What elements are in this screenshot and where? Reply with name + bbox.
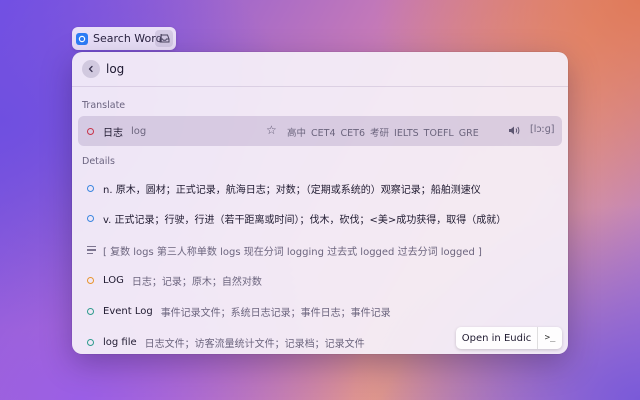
translation-dot-icon — [87, 127, 94, 135]
chevron-left-icon — [88, 65, 93, 73]
section-title-translate: Translate — [82, 100, 126, 111]
open-in-eudic-button[interactable]: Open in Eudic — [456, 327, 538, 349]
eudic-action-bar: Open in Eudic >_ — [456, 327, 562, 349]
extension-label: Search Word — [93, 32, 163, 45]
phrase-dot-icon — [87, 307, 94, 315]
phrase-dot-icon — [87, 338, 94, 346]
detail-row-noun[interactable]: n. 原木，圆材；正式记录，航海日志；对数；（定期或系统的）观察记录；船舶测速仪 — [78, 173, 562, 203]
detail-row-log[interactable]: LOG 日志；记录；原木；自然对数 — [78, 265, 562, 295]
exam-tags: 高中 CET4 CET6 考研 IELTS TOEFL GRE — [287, 128, 479, 139]
star-icon[interactable]: ☆ — [266, 123, 277, 137]
detail-text: v. 正式记录；行驶，行进（若干距离或时间）；伐木，砍伐；<美>成功获得，取得（… — [103, 214, 507, 226]
phonetic: [lɔːɡ] — [530, 124, 555, 135]
detail-row-verb[interactable]: v. 正式记录；行驶，行进（若干距离或时间）；伐木，砍伐；<美>成功获得，取得（… — [78, 203, 562, 233]
noun-dot-icon — [87, 184, 94, 192]
search-panel: Translate 日志 log ☆ 高中 CET4 CET6 考研 IELTS… — [72, 52, 568, 354]
phrase-meaning: 日志文件；访客流量统计文件；记录档；记录文件 — [144, 338, 365, 350]
translation-original: log — [131, 125, 147, 137]
phrase-meaning: 日志；记录；原木；自然对数 — [131, 276, 262, 288]
section-title-details: Details — [82, 156, 115, 167]
search-divider — [72, 86, 568, 87]
search-bar — [72, 52, 568, 86]
text-lines-icon — [87, 246, 96, 254]
eudic-app-icon — [76, 32, 88, 45]
phrase-term: log file — [103, 336, 137, 348]
detail-text: n. 原木，圆材；正式记录，航海日志；对数；（定期或系统的）观察记录；船舶测速仪 — [103, 184, 481, 196]
detail-row-event-log[interactable]: Event Log 事件记录文件；系统日志记录；事件日志；事件记录 — [78, 296, 562, 326]
phrase-dot-icon — [87, 276, 94, 284]
terminal-icon[interactable]: >_ — [538, 327, 562, 349]
search-word-extension-chip[interactable]: Search Word — [72, 27, 176, 50]
verb-dot-icon — [87, 214, 94, 222]
search-input[interactable] — [106, 59, 546, 79]
translation-word: 日志 — [103, 127, 123, 139]
translation-row[interactable]: 日志 log ☆ 高中 CET4 CET6 考研 IELTS TOEFL GRE… — [78, 116, 562, 146]
phrase-term: LOG — [103, 274, 124, 286]
word-forms: [ 复数 logs 第三人称单数 logs 现在分词 logging 过去式 l… — [103, 246, 482, 258]
detail-row-forms[interactable]: [ 复数 logs 第三人称单数 logs 现在分词 logging 过去式 l… — [78, 235, 562, 265]
phrase-term: Event Log — [103, 305, 153, 317]
tray-icon[interactable] — [155, 30, 173, 47]
speaker-icon[interactable] — [508, 125, 521, 139]
back-button[interactable] — [82, 60, 100, 78]
phrase-meaning: 事件记录文件；系统日志记录；事件日志；事件记录 — [160, 307, 391, 319]
